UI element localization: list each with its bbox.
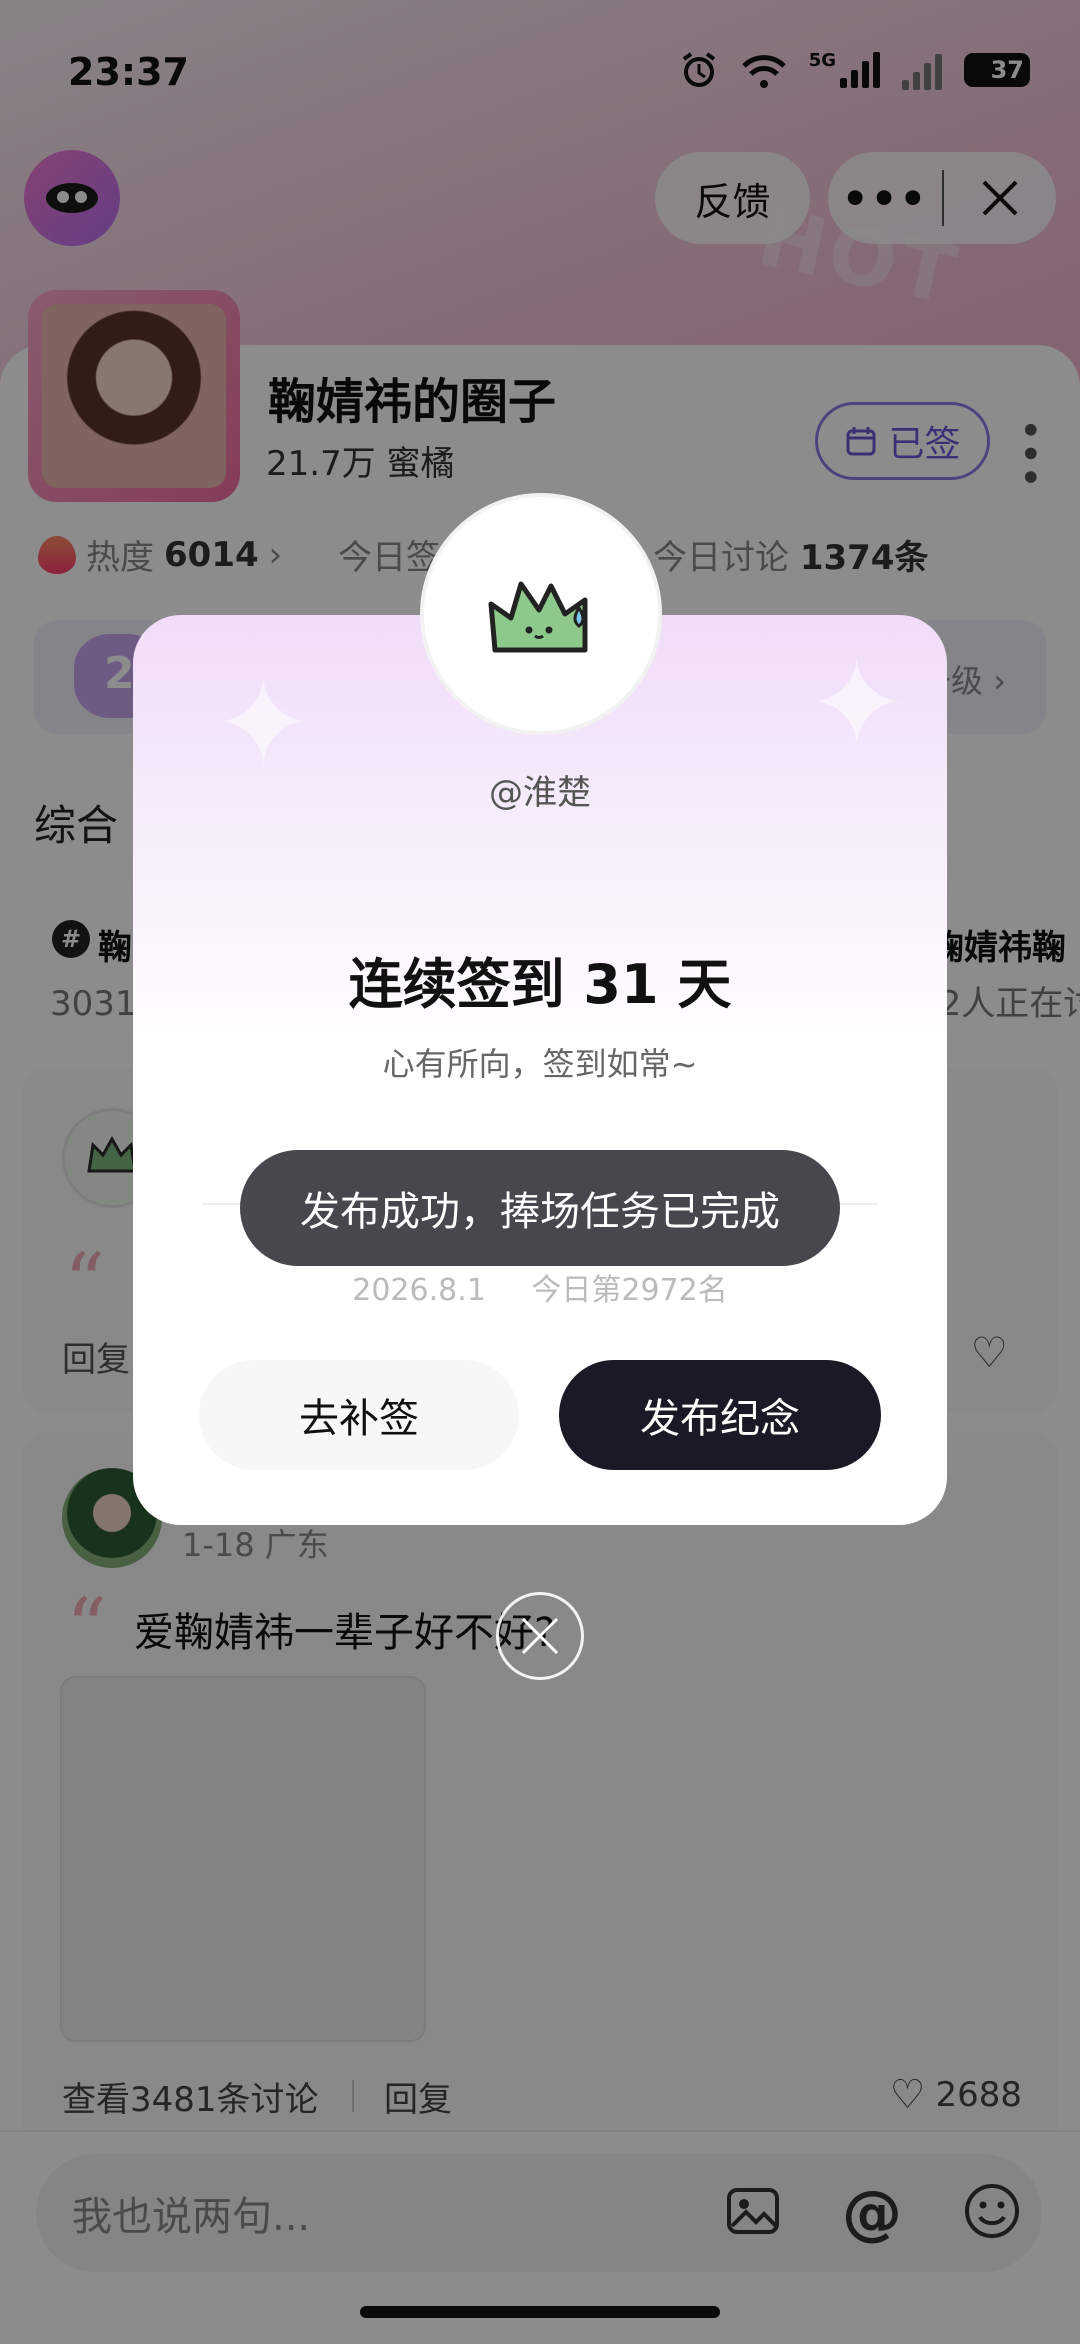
dialog-subline: 心有所向，签到如常~	[382, 1045, 698, 1083]
makeup-checkin-button[interactable]: 去补签	[199, 1360, 519, 1470]
dialog-username: @淮楚	[489, 773, 591, 813]
user-avatar	[420, 493, 662, 735]
dialog-close-button[interactable]	[496, 1592, 584, 1680]
page: HOT 23:37 5G 37 反馈 ••• 鞠婧祎的圈子 21.7万 蜜橘 已…	[0, 0, 1080, 2344]
star-decoration-icon: ✦	[806, 635, 907, 774]
success-toast: 发布成功，捧场任务已完成	[240, 1150, 840, 1266]
publish-memorial-button[interactable]: 发布纪念	[559, 1360, 881, 1470]
checkin-date: 2026.8.1	[352, 1273, 486, 1308]
dialog-headline: 连续签到 31 天	[348, 953, 732, 1016]
leaf-mascot-icon	[488, 581, 588, 653]
checkin-dialog: ✦ ✦ @淮楚 连续签到 31 天 心有所向，签到如常~ 2026.8.1 今日…	[133, 493, 947, 1525]
close-icon	[521, 1617, 559, 1655]
dialog-date-rank: 2026.8.1 今日第2972名	[133, 1265, 947, 1309]
checkin-rank: 今日第2972名	[531, 1273, 728, 1308]
